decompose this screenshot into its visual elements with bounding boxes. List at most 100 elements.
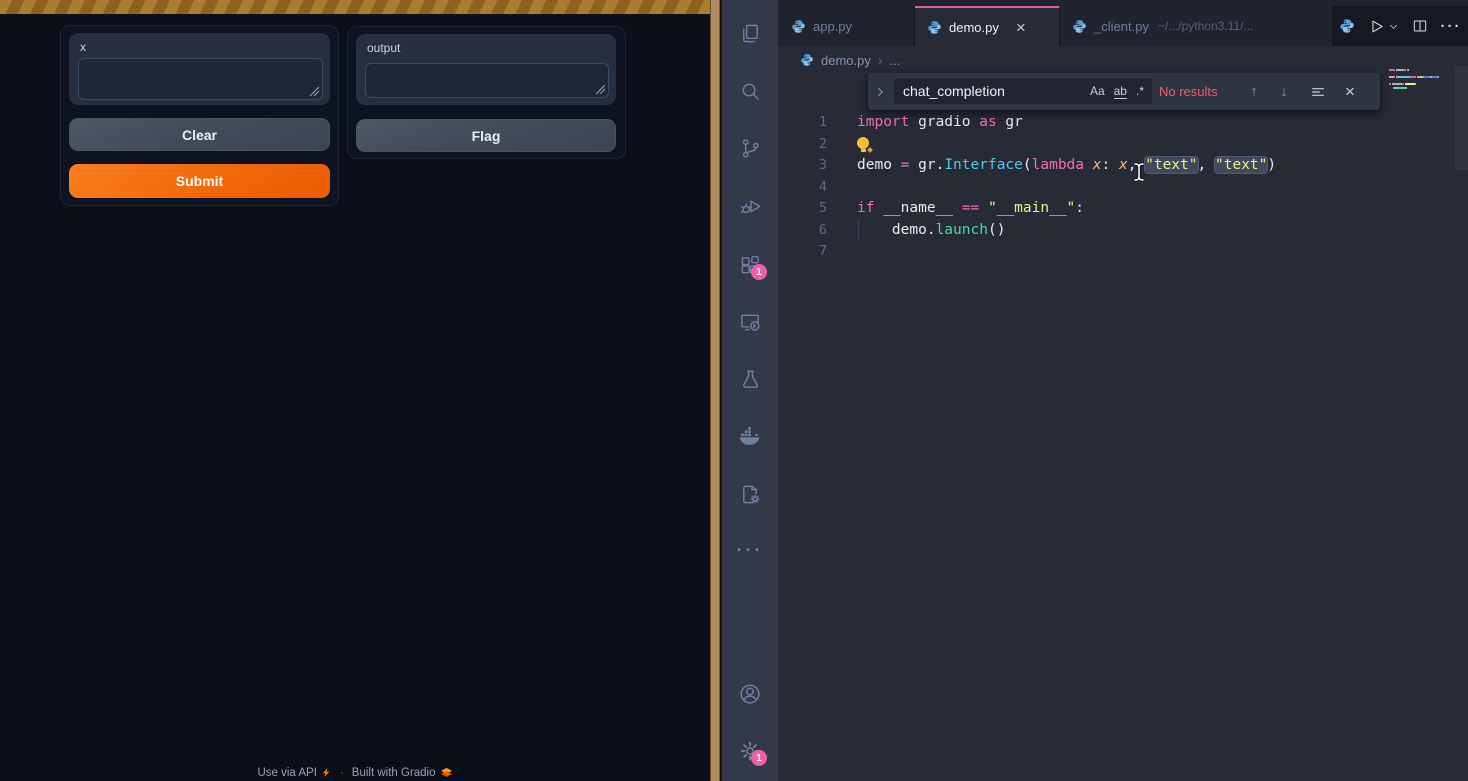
tab-label: _client.py [1094,19,1149,34]
more-actions-icon[interactable]: ··· [1441,18,1462,35]
activitybar-account[interactable] [722,674,778,714]
output-column-group: output Flag [347,26,626,159]
mouse-text-cursor [1132,162,1146,182]
tab-client-py[interactable]: _client.py ~/.../python3.11/... [1060,6,1314,46]
whole-word-icon[interactable]: ab [1114,84,1127,99]
code-line[interactable]: 2 [778,134,1468,156]
find-input[interactable]: chat_completion Aa ab .* [894,78,1152,104]
python-file-icon [800,53,814,67]
output-block: output [356,34,616,105]
screenshot-root: x Clear Submit output Flag Use via API · B… [0,0,1468,781]
editor-code-area[interactable]: 1 import gradio as gr 23demo = gr.Interfac… [778,112,1468,781]
find-query-text[interactable]: chat_completion [894,83,1090,99]
find-results-status: No results [1159,73,1218,110]
regex-icon[interactable]: .* [1136,84,1144,98]
resize-handle-icon[interactable] [310,87,319,96]
chevron-down-icon [1388,21,1399,32]
find-previous-button[interactable]: ↑ [1242,73,1266,110]
tab-app-py[interactable]: app.py [779,6,915,46]
api-lightning-icon [321,767,332,778]
lightbulb-autofix-icon[interactable] [857,137,869,149]
input-textarea[interactable] [78,58,323,100]
input-column-group: x Clear Submit [60,25,339,206]
code-line[interactable]: 6 demo.launch() [778,220,1468,242]
breadcrumb: demo.py › ... [778,46,1468,74]
code-line[interactable]: 5 if __name__ == "__main__": [778,198,1468,220]
files-icon [739,22,762,45]
use-via-api-link[interactable]: Use via API [257,767,316,779]
match-case-icon[interactable]: Aa [1090,84,1105,98]
breadcrumb-symbol[interactable]: ... [890,53,901,68]
activitybar-run-debug[interactable] [722,186,778,226]
remote-monitor-icon [739,311,762,334]
run-python-file-button[interactable] [1368,18,1399,35]
activitybar-extensions[interactable]: 1 [722,245,778,285]
code-line-text [857,134,869,156]
activitybar-remote-explorer[interactable] [722,302,778,342]
input-block: x [69,33,330,105]
find-next-button[interactable]: ↓ [1272,73,1296,110]
find-in-selection-button[interactable] [1306,73,1330,110]
code-line-text: import gradio as gr [857,112,1023,134]
chevron-right-icon [873,85,887,99]
activitybar-docker[interactable] [722,417,778,457]
split-editor-icon[interactable] [1412,18,1428,34]
gradio-app-pane: x Clear Submit output Flag Use via API · B… [0,0,710,781]
python-file-icon [791,19,806,34]
find-in-selection-icon [1310,84,1326,100]
code-lines: 1 import gradio as gr 23demo = gr.Interfac… [778,112,1468,263]
activitybar-more-views[interactable]: ··· [722,530,778,570]
code-line[interactable]: 4 [778,177,1468,199]
line-number: 2 [778,134,827,156]
file-gear-icon [739,483,762,506]
flag-button[interactable]: Flag [356,119,616,152]
output-label: output [367,41,400,55]
line-number: 1 [778,112,827,134]
resize-handle-icon[interactable] [596,85,605,94]
account-icon [738,682,762,706]
activitybar-source-control[interactable] [722,128,778,168]
tab-path-hint: ~/.../python3.11/... [1158,19,1254,33]
extensions-badge: 1 [751,264,767,280]
python-file-icon [1072,19,1087,34]
built-with-gradio-link[interactable]: Built with Gradio [352,767,436,779]
input-label: x [80,40,86,54]
activitybar-testing[interactable] [722,359,778,399]
code-line-text: demo.launch() [857,220,1005,242]
code-line[interactable]: 7 [778,241,1468,263]
tab-demo-py[interactable]: demo.py × [915,6,1060,46]
breadcrumb-separator: › [878,52,883,68]
line-number: 4 [778,177,827,199]
find-widget: chat_completion Aa ab .* No results ↑ ↓ … [867,73,1381,111]
output-textarea[interactable] [365,63,609,98]
editor-actions: ··· [1332,6,1468,46]
window-divider [710,0,722,781]
bug-play-icon [739,195,762,218]
activitybar-settings[interactable]: 1 [722,731,778,771]
code-line[interactable]: 3demo = gr.Interface(lambda x: x, "text"… [778,155,1468,177]
docker-whale-icon [738,425,762,449]
breadcrumb-file[interactable]: demo.py [821,53,871,68]
line-number: 5 [778,198,827,220]
minimap[interactable] [1389,69,1451,94]
submit-button[interactable]: Submit [69,164,330,198]
activitybar-search[interactable] [722,71,778,111]
gradio-logo-icon [440,767,453,778]
tab-close-icon[interactable]: × [1016,19,1026,36]
clear-button[interactable]: Clear [69,118,330,151]
python-interpreter-icon[interactable] [1339,18,1355,34]
minimap-scrollbar[interactable] [1455,66,1468,170]
striped-progress-bar [0,0,710,15]
activitybar-code-tools[interactable] [722,474,778,514]
find-close-button[interactable]: × [1338,73,1362,110]
code-line[interactable]: 1 import gradio as gr [778,112,1468,134]
code-line-text: if __name__ == "__main__": [857,198,1084,220]
toggle-replace-button[interactable] [868,73,892,110]
search-icon [739,80,762,103]
activitybar-explorer[interactable] [722,13,778,53]
footer-separator: · [340,767,344,779]
settings-badge: 1 [751,750,767,766]
python-file-icon [927,20,942,35]
line-number: 3 [778,155,827,177]
activity-bar: 1 ··· 1 [722,0,778,781]
